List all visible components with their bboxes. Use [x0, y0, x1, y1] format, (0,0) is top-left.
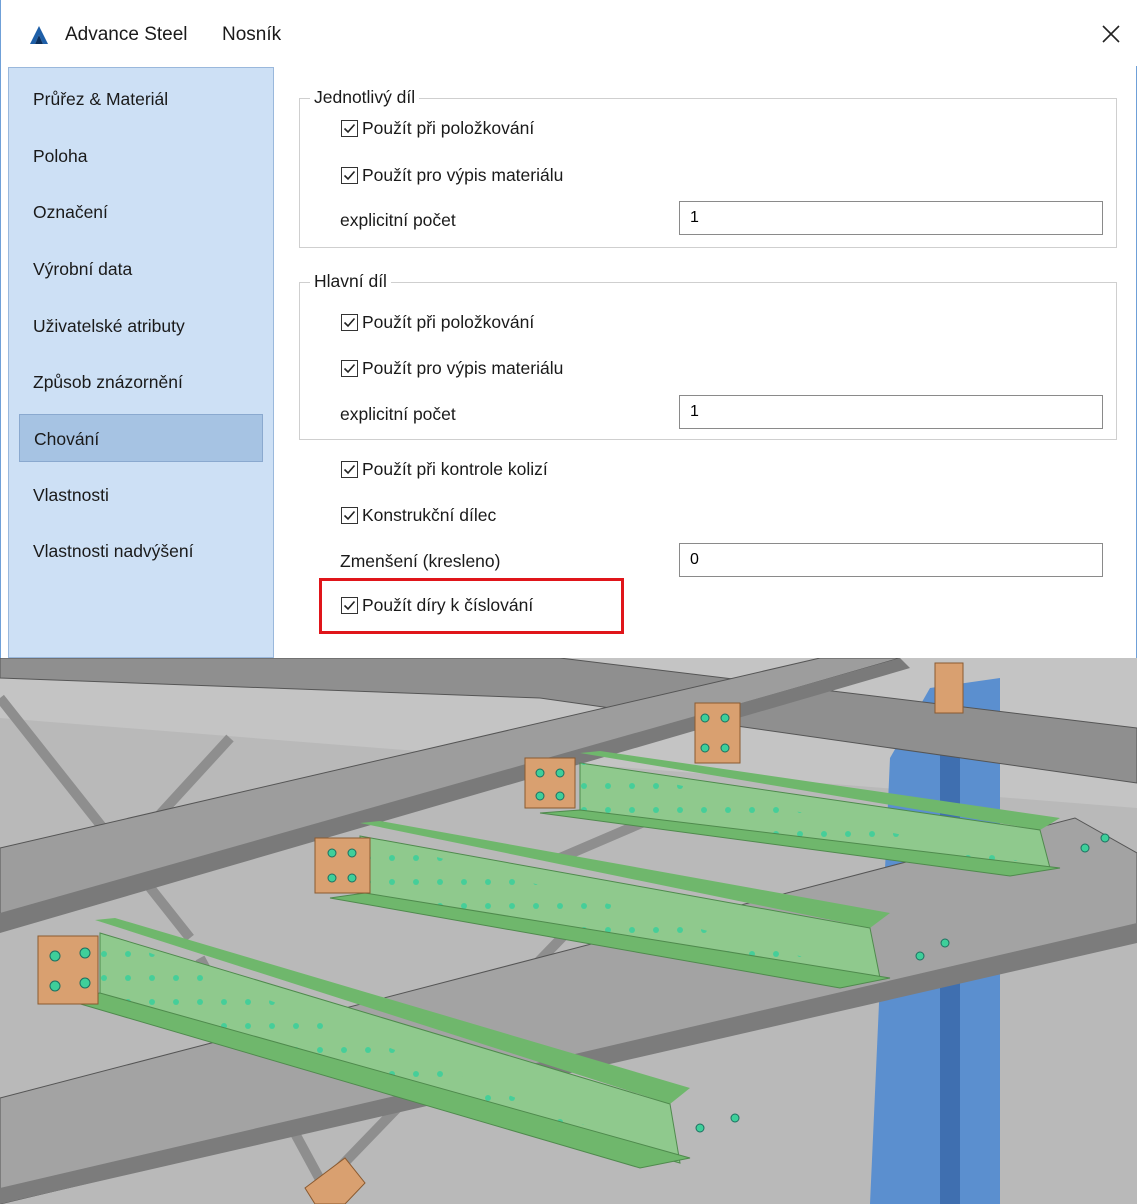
option-main-bom[interactable]: Použít pro výpis materiálu — [341, 358, 563, 379]
checkbox-main-numbering[interactable] — [341, 314, 358, 331]
label-single-numbering: Použít při položkování — [362, 118, 535, 138]
checkmark-icon — [343, 317, 356, 328]
sidebar-item-production-data[interactable]: Výrobní data — [19, 245, 263, 293]
red-highlight-frame — [319, 578, 624, 634]
option-structural-element[interactable]: Konstrukční dílec — [341, 505, 496, 526]
label-single-count: explicitní počet — [340, 210, 456, 230]
option-collision-check[interactable]: Použít při kontrole kolizí — [341, 459, 548, 480]
label-collision-check: Použít při kontrole kolizí — [362, 459, 548, 479]
label-main-count: explicitní počet — [340, 404, 456, 424]
checkbox-single-bom[interactable] — [341, 167, 358, 184]
checkbox-single-numbering[interactable] — [341, 120, 358, 137]
label-single-bom: Použít pro výpis materiálu — [362, 165, 564, 185]
sidebar-item-display-type[interactable]: Způsob znázornění — [19, 358, 263, 406]
sidebar-item-marking[interactable]: Označení — [19, 188, 263, 236]
close-icon — [1102, 25, 1120, 43]
label-structural-element: Konstrukční dílec — [362, 505, 497, 525]
autodesk-logo-icon — [30, 26, 48, 44]
window-title-object: Nosník — [222, 24, 282, 45]
option-single-numbering[interactable]: Použít při položkování — [341, 118, 534, 139]
label-reduction: Zmenšení (kresleno) — [340, 551, 501, 571]
window-title-app: Advance Steel — [65, 24, 188, 45]
close-button[interactable] — [1091, 16, 1131, 52]
checkbox-collision-check[interactable] — [341, 461, 358, 478]
checkbox-structural-element[interactable] — [341, 507, 358, 524]
label-main-bom: Použít pro výpis materiálu — [362, 358, 564, 378]
checkmark-icon — [343, 510, 356, 521]
reduction-input[interactable] — [679, 543, 1103, 577]
title-bar: Advance Steel Nosník — [1, 0, 1137, 66]
checkmark-icon — [343, 363, 356, 374]
group-title-main-part: Hlavní díl — [310, 271, 391, 292]
checkmark-icon — [343, 123, 356, 134]
model-viewport[interactable] — [0, 658, 1137, 1204]
label-main-numbering: Použít při položkování — [362, 312, 535, 332]
checkmark-icon — [343, 170, 356, 181]
option-single-bom[interactable]: Použít pro výpis materiálu — [341, 165, 563, 186]
checkbox-main-bom[interactable] — [341, 360, 358, 377]
sidebar-item-properties[interactable]: Vlastnosti — [19, 471, 263, 519]
checkmark-icon — [343, 464, 356, 475]
main-count-input[interactable] — [679, 395, 1103, 429]
single-count-input[interactable] — [679, 201, 1103, 235]
option-main-numbering[interactable]: Použít při položkování — [341, 312, 534, 333]
category-sidebar: Průřez & Materiál Poloha Označení Výrobn… — [8, 67, 274, 658]
sidebar-item-cross-section[interactable]: Průřez & Materiál — [19, 75, 263, 123]
sidebar-item-user-attributes[interactable]: Uživatelské atributy — [19, 302, 263, 350]
properties-dialog: Advance Steel Nosník Průřez & Materiál P… — [0, 0, 1137, 658]
sidebar-item-camber-properties[interactable]: Vlastnosti nadvýšení — [19, 527, 263, 575]
sidebar-item-behavior[interactable]: Chování — [19, 414, 263, 462]
group-title-single-part: Jednotlivý díl — [310, 87, 420, 108]
sidebar-item-position[interactable]: Poloha — [19, 132, 263, 180]
